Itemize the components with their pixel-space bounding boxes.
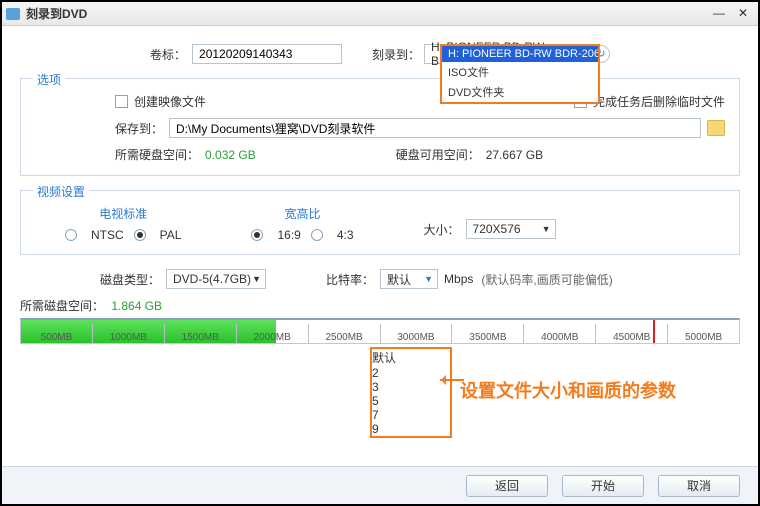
back-button[interactable]: 返回 xyxy=(466,475,548,497)
close-button[interactable]: ✕ xyxy=(732,6,754,22)
video-legend: 视频设置 xyxy=(33,183,89,200)
bitrate-unit: Mbps xyxy=(444,272,473,286)
burn-to-label: 刻录到： xyxy=(372,46,420,63)
bitrate-label: 比特率： xyxy=(326,271,374,288)
options-legend: 选项 xyxy=(33,71,65,88)
ratio-169-radio[interactable] xyxy=(251,229,263,241)
create-image-label: 创建映像文件 xyxy=(134,93,206,110)
tick: 1000MB xyxy=(92,324,164,343)
burn-to-dropdown[interactable]: H: PIONEER BD-RW BDR-206 ISO文件 DVD文件夹 xyxy=(440,44,600,104)
ntsc-radio[interactable] xyxy=(65,229,77,241)
tick: 3000MB xyxy=(380,324,452,343)
dropdown-option[interactable]: ISO文件 xyxy=(442,62,598,82)
tick: 4000MB xyxy=(523,324,595,343)
video-fieldset: 视频设置 电视标准 NTSC PAL 宽高比 16:9 4:3 xyxy=(20,190,740,255)
chevron-down-icon: ▼ xyxy=(542,224,551,234)
space-label: 所需磁盘空间： xyxy=(20,299,104,313)
window-title: 刻录到DVD xyxy=(26,5,706,22)
annotation-text: 设置文件大小和画质的参数 xyxy=(460,377,676,403)
options-fieldset: 选项 创建映像文件 ✓ 完成任务后删除临时文件 保存到： 所需硬盘空间： 0.0… xyxy=(20,78,740,176)
dropdown-option[interactable]: 9 xyxy=(372,422,450,436)
dropdown-option[interactable]: 默认 xyxy=(372,349,450,366)
app-icon xyxy=(6,8,20,20)
tick: 5000MB xyxy=(667,324,739,343)
disk-usage-bar: 500MB 1000MB 1500MB 2000MB 2500MB 3000MB… xyxy=(20,318,740,344)
tick: 4500MB xyxy=(595,324,667,343)
save-to-label: 保存到： xyxy=(115,120,163,137)
dropdown-option[interactable]: 7 xyxy=(372,408,450,422)
dropdown-option[interactable]: 5 xyxy=(372,394,450,408)
ntsc-label: NTSC xyxy=(91,228,124,242)
bitrate-dropdown[interactable]: 默认 2 3 5 7 9 xyxy=(370,347,452,438)
space-value: 1.864 GB xyxy=(111,299,162,313)
save-to-input[interactable] xyxy=(169,118,701,138)
tick: 500MB xyxy=(21,324,92,343)
cancel-button[interactable]: 取消 xyxy=(658,475,740,497)
chevron-down-icon: ▼ xyxy=(424,274,433,284)
chevron-down-icon: ▼ xyxy=(252,274,261,284)
pal-radio[interactable] xyxy=(134,229,146,241)
tick: 3500MB xyxy=(451,324,523,343)
titlebar: 刻录到DVD — ✕ xyxy=(2,2,758,26)
ratio-169-label: 16:9 xyxy=(277,228,300,242)
disc-type-combo[interactable]: DVD-5(4.7GB) ▼ xyxy=(166,269,266,289)
dropdown-option[interactable]: DVD文件夹 xyxy=(442,82,598,102)
disc-type-value: DVD-5(4.7GB) xyxy=(173,272,251,286)
minimize-button[interactable]: — xyxy=(708,6,730,22)
size-label: 大小： xyxy=(424,221,460,238)
need-disk-value: 0.032 GB xyxy=(205,148,256,162)
folder-icon[interactable] xyxy=(707,120,725,136)
volume-label: 卷标： xyxy=(150,46,186,63)
avail-disk-value: 27.667 GB xyxy=(486,148,543,162)
ratio-43-label: 4:3 xyxy=(337,228,354,242)
size-value: 720X576 xyxy=(473,222,521,236)
button-row: 返回 开始 取消 xyxy=(2,466,758,504)
bitrate-combo[interactable]: 默认 ▼ xyxy=(380,269,438,289)
aspect-label: 宽高比 xyxy=(251,205,353,222)
dropdown-option[interactable]: H: PIONEER BD-RW BDR-206 xyxy=(442,46,598,62)
bitrate-hint: (默认码率,画质可能偏低) xyxy=(481,271,612,288)
tv-standard-label: 电视标准 xyxy=(65,205,181,222)
size-combo[interactable]: 720X576 ▼ xyxy=(466,219,556,239)
avail-disk-label: 硬盘可用空间： xyxy=(396,146,480,163)
tick: 1500MB xyxy=(164,324,236,343)
bitrate-value: 默认 xyxy=(387,271,411,288)
pal-label: PAL xyxy=(160,228,182,242)
start-button[interactable]: 开始 xyxy=(562,475,644,497)
disc-type-label: 磁盘类型： xyxy=(100,271,160,288)
delete-temp-label: 完成任务后删除临时文件 xyxy=(593,93,725,110)
tick: 2000MB xyxy=(236,324,308,343)
tick: 2500MB xyxy=(308,324,380,343)
need-disk-label: 所需硬盘空间： xyxy=(115,146,199,163)
volume-input[interactable] xyxy=(192,44,342,64)
ratio-43-radio[interactable] xyxy=(311,229,323,241)
create-image-checkbox[interactable] xyxy=(115,95,128,108)
